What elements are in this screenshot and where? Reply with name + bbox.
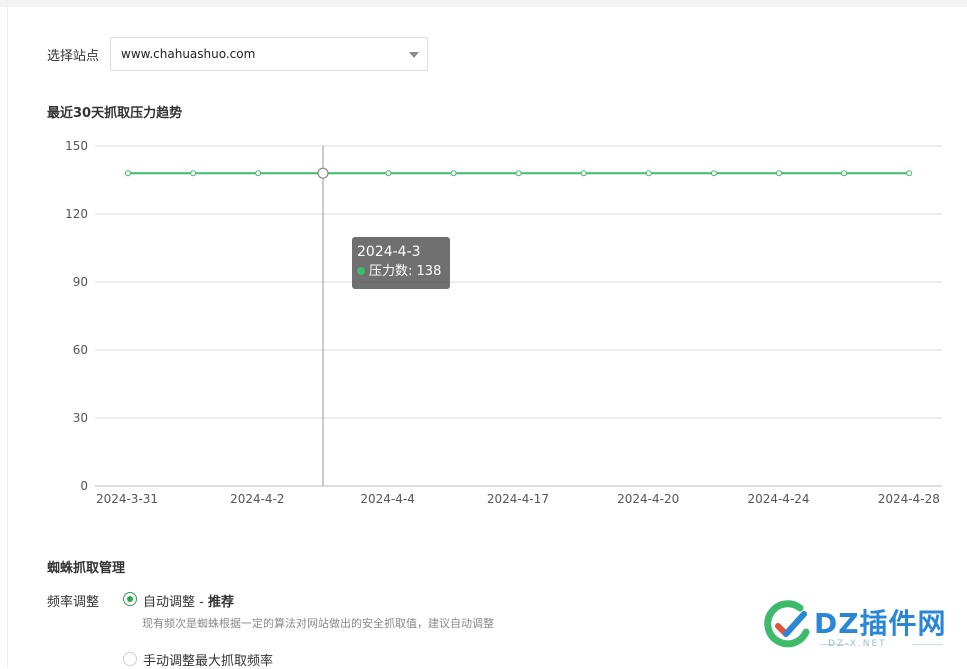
x-tick-label: 2024-4-24 (747, 492, 809, 506)
chart-tooltip: 2024-4-3 压力数: 138 (352, 237, 450, 289)
radio-manual[interactable] (123, 652, 137, 666)
data-point (841, 170, 848, 177)
tooltip-series-name: 压力数 (369, 264, 409, 279)
y-tick-label: 150 (65, 139, 88, 153)
series-dot-icon (357, 267, 365, 275)
y-tick-label: 90 (73, 275, 88, 289)
x-tick-label: 2024-4-20 (617, 492, 679, 506)
data-point (906, 170, 913, 177)
site-select[interactable]: www.chahuashuo.com (110, 37, 428, 71)
data-point (645, 170, 652, 177)
y-tick-label: 30 (73, 411, 88, 425)
y-tick-label: 0 (80, 479, 88, 493)
data-point (190, 170, 197, 177)
radio-auto[interactable] (123, 592, 137, 606)
option-auto-label[interactable]: 自动调整 - 推荐 (143, 591, 234, 610)
data-point (710, 170, 717, 177)
x-tick-label: 2024-4-2 (230, 492, 284, 506)
watermark-sub: DZ-X.NET (828, 639, 887, 649)
option-auto-text: 自动调整 - (143, 595, 208, 610)
site-select-label: 选择站点 (47, 49, 100, 64)
data-point (125, 170, 131, 177)
data-point (317, 167, 329, 179)
y-tick-label: 120 (65, 207, 88, 221)
chevron-down-icon[interactable] (409, 52, 419, 58)
tooltip-date: 2024-4-3 (357, 244, 421, 260)
top-band (0, 0, 967, 7)
trend-chart[interactable]: 0 30 60 90 120 150 2024-3-31 2024-4-2 2024-4-4 20… (0, 130, 967, 515)
auto-hint: 现有频次是蜘蛛根据一定的算法对网站做出的安全抓取值，建议自动调整 (142, 617, 494, 630)
option-manual-label[interactable]: 手动调整最大抓取频率 (143, 650, 273, 669)
y-tick-label: 60 (73, 343, 88, 357)
x-tick-label: 2024-4-28 (878, 492, 940, 506)
data-point (385, 170, 392, 177)
option-recommend-badge: 推荐 (207, 595, 234, 610)
data-point (450, 170, 457, 177)
watermark-text: DZ插件网 (814, 607, 947, 640)
freq-label: 频率调整 (47, 595, 100, 610)
data-point (580, 170, 587, 177)
x-tick-label: 2024-4-17 (487, 492, 549, 506)
tooltip-value: 138 (416, 264, 442, 279)
check-logo-icon (764, 600, 810, 648)
tooltip-row: 压力数: 138 (357, 262, 445, 282)
spider-title: 蜘蛛抓取管理 (47, 561, 126, 576)
trend-title: 最近30天抓取压力趋势 (47, 106, 183, 121)
x-tick-label: 2024-3-31 (96, 492, 158, 506)
watermark-line-right (912, 644, 942, 645)
x-tick-label: 2024-4-4 (360, 492, 414, 506)
site-select-value: www.chahuashuo.com (121, 47, 256, 61)
data-point (255, 170, 262, 177)
watermark-logo: DZ插件网 DZ-X.NET (762, 598, 957, 658)
data-point (776, 170, 782, 177)
data-point (515, 170, 522, 177)
